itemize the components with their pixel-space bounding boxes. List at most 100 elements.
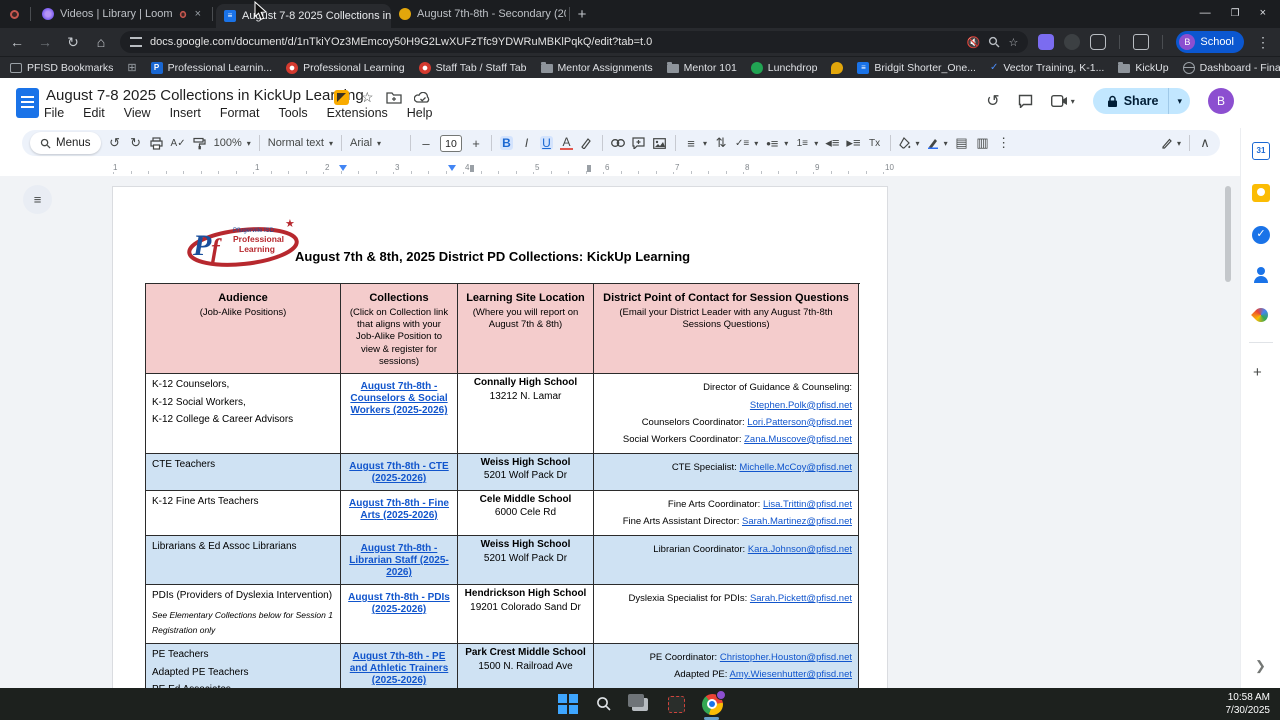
- labels-badge-icon[interactable]: [334, 90, 349, 105]
- collection-link[interactable]: August 7th-8th - Fine Arts (2025-2026): [347, 496, 451, 522]
- line-spacing-icon[interactable]: ⇅: [714, 135, 728, 151]
- chrome-taskbar-button[interactable]: [701, 693, 723, 715]
- collection-link[interactable]: August 7th-8th - PDIs (2025-2026): [347, 590, 451, 616]
- bookmark-item[interactable]: KickUp: [1118, 62, 1168, 74]
- menu-edit[interactable]: Edit: [83, 106, 105, 120]
- extension-icon[interactable]: [1064, 34, 1080, 50]
- contact-email-link[interactable]: Sarah.Pickett@pfisd.net: [750, 593, 852, 604]
- spell-check-icon[interactable]: A✓: [171, 138, 186, 149]
- collection-link[interactable]: August 7th-8th - Librarian Staff (2025-2…: [347, 541, 451, 579]
- align-select[interactable]: ≡▾: [684, 136, 707, 151]
- snipping-tool-button[interactable]: [665, 693, 687, 715]
- share-dropdown-icon[interactable]: ▾: [1168, 88, 1190, 114]
- version-history-icon[interactable]: ↺: [986, 91, 999, 111]
- bookmark-item[interactable]: ⊞: [127, 62, 136, 74]
- zoom-icon[interactable]: [988, 36, 1000, 48]
- new-tab-button[interactable]: +: [573, 6, 591, 23]
- bookmark-item[interactable]: Dashboard - Finalsit...: [1183, 62, 1280, 74]
- share-button[interactable]: Share ▾: [1093, 88, 1190, 114]
- back-button[interactable]: ←: [8, 34, 26, 50]
- keep-icon[interactable]: [1252, 184, 1270, 202]
- maximize-button[interactable]: ❐: [1231, 8, 1240, 19]
- fill-color-icon[interactable]: ▾: [899, 137, 920, 149]
- move-to-folder-icon[interactable]: [386, 91, 402, 104]
- decrease-font-size-button[interactable]: –: [419, 136, 433, 151]
- browser-menu-icon[interactable]: ⋮: [1254, 34, 1272, 51]
- start-button[interactable]: [557, 693, 579, 715]
- undo-icon[interactable]: ↺: [108, 135, 122, 151]
- contact-email-link[interactable]: Sarah.Martinez@pfisd.net: [742, 516, 852, 527]
- bookmark-item[interactable]: ✓Vector Training, K-1...: [990, 62, 1104, 74]
- bookmark-item[interactable]: Mentor 101: [667, 62, 737, 74]
- border-width-icon[interactable]: ▤: [955, 135, 969, 151]
- bookmark-item[interactable]: [831, 62, 843, 74]
- bookmark-star-icon[interactable]: ☆: [1008, 36, 1018, 49]
- contact-email-link[interactable]: Stephen.Polk@pfisd.net: [750, 400, 852, 411]
- close-window-button[interactable]: ×: [1260, 7, 1266, 19]
- numbered-list-select[interactable]: 1≡▾: [795, 138, 818, 149]
- address-bar[interactable]: docs.google.com/document/d/1nTkiYOz3MEmc…: [120, 31, 1028, 53]
- tab-close-icon[interactable]: ×: [195, 8, 201, 20]
- contact-email-link[interactable]: Lisa.Trittin@pfisd.net: [763, 499, 852, 510]
- zoom-select[interactable]: 100%▾: [214, 137, 251, 149]
- comments-icon[interactable]: [1018, 94, 1033, 108]
- reload-button[interactable]: ↻: [64, 34, 82, 51]
- paint-format-icon[interactable]: [193, 137, 207, 150]
- hide-side-panel-icon[interactable]: ❯: [1255, 658, 1266, 674]
- bold-button[interactable]: B: [500, 136, 513, 150]
- bookmark-item[interactable]: Staff Tab / Staff Tab: [419, 62, 527, 74]
- increase-font-size-button[interactable]: +: [469, 136, 483, 151]
- tab-collections-doc[interactable]: ≡ August 7-8 2025 Collections in ×: [216, 4, 391, 28]
- table-column-marker-icon[interactable]: [587, 165, 591, 172]
- task-view-button[interactable]: [629, 693, 651, 715]
- meet-video-icon[interactable]: ▾: [1051, 95, 1075, 107]
- menu-tools[interactable]: Tools: [278, 106, 307, 120]
- font-size-input[interactable]: 10: [440, 135, 462, 152]
- forward-button[interactable]: →: [36, 34, 54, 50]
- google-docs-logo-icon[interactable]: [16, 88, 39, 118]
- decrease-indent-icon[interactable]: ◂≡: [825, 135, 839, 151]
- cloud-saved-icon[interactable]: [414, 92, 431, 104]
- bookmark-item[interactable]: PProfessional Learnin...: [151, 62, 272, 74]
- border-style-icon[interactable]: ▥: [976, 135, 990, 151]
- tasks-icon[interactable]: ✓: [1252, 226, 1270, 244]
- menu-format[interactable]: Format: [220, 106, 260, 120]
- print-icon[interactable]: [150, 137, 164, 150]
- add-comment-icon[interactable]: [632, 137, 646, 149]
- clear-formatting-icon[interactable]: Tx: [868, 138, 882, 149]
- contact-email-link[interactable]: Christopher.Houston@pfisd.net: [720, 652, 852, 663]
- paragraph-style-select[interactable]: Normal text▾: [268, 137, 333, 149]
- bookmark-item[interactable]: Professional Learning: [286, 62, 405, 74]
- tab-secondary-doc[interactable]: August 7th-8th - Secondary (20 ×: [391, 2, 566, 26]
- insert-image-icon[interactable]: [653, 138, 667, 149]
- bookmark-item[interactable]: Lunchdrop: [751, 62, 818, 74]
- menu-help[interactable]: Help: [407, 106, 433, 120]
- menu-view[interactable]: View: [124, 106, 151, 120]
- document-outline-icon[interactable]: ≡: [23, 185, 52, 214]
- vertical-scrollbar[interactable]: [1225, 186, 1231, 282]
- account-avatar[interactable]: B: [1208, 88, 1234, 114]
- extensions-puzzle-icon[interactable]: [1090, 34, 1106, 50]
- extension-icon[interactable]: [1038, 34, 1054, 50]
- taskbar-search-button[interactable]: [593, 693, 615, 715]
- border-color-icon[interactable]: ▾: [927, 137, 948, 149]
- contact-email-link[interactable]: Michelle.McCoy@pfisd.net: [739, 462, 852, 473]
- contacts-icon[interactable]: [1252, 266, 1270, 284]
- toolbar-overflow-icon[interactable]: ⋮: [997, 135, 1011, 151]
- bookmark-item[interactable]: PFISD Bookmarks: [10, 62, 113, 74]
- calendar-icon[interactable]: 31: [1252, 142, 1270, 160]
- mute-icon[interactable]: 🔇: [967, 36, 981, 49]
- contact-email-link[interactable]: Kara.Johnson@pfisd.net: [748, 544, 852, 555]
- redo-icon[interactable]: ↻: [129, 135, 143, 151]
- ruler[interactable]: 112345678910: [0, 162, 1280, 176]
- highlight-color-icon[interactable]: [580, 137, 594, 149]
- indent-marker-icon[interactable]: [339, 165, 347, 171]
- menus-search-button[interactable]: Menus: [30, 132, 101, 154]
- increase-indent-icon[interactable]: ▸≡: [846, 135, 860, 151]
- menu-file[interactable]: File: [44, 106, 64, 120]
- maps-icon[interactable]: [1252, 306, 1270, 324]
- checklist-select[interactable]: ✓≡▾: [735, 138, 758, 149]
- italic-button[interactable]: I: [520, 136, 533, 150]
- menu-insert[interactable]: Insert: [170, 106, 201, 120]
- collection-link[interactable]: August 7th-8th - Counselors & Social Wor…: [347, 379, 451, 417]
